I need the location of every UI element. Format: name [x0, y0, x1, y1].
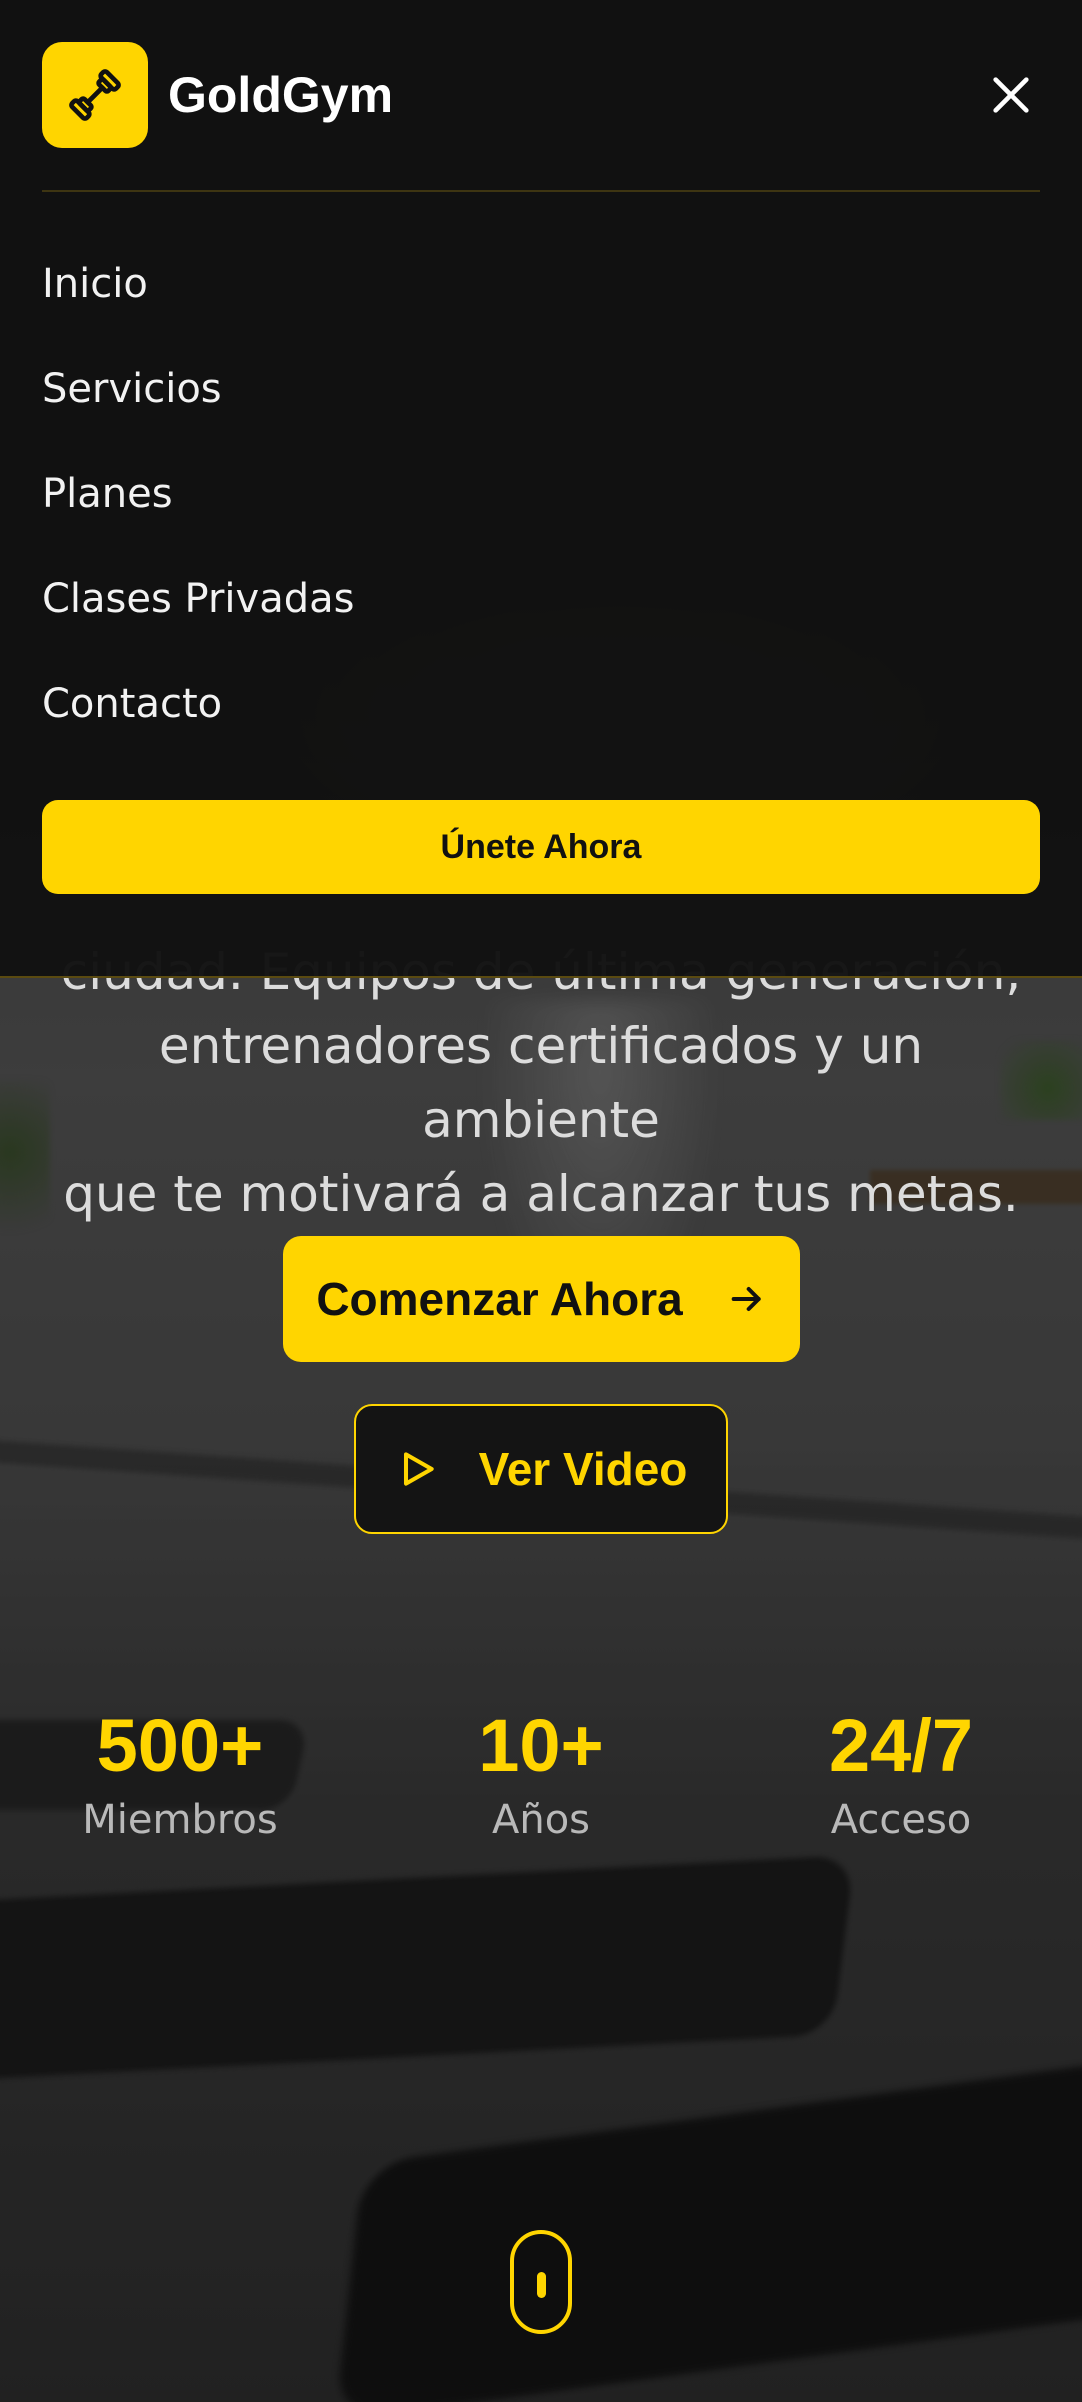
stat-access: 24/7 Acceso: [741, 1700, 1061, 1848]
hero-description-line: entrenadores certificados y un ambiente: [158, 1017, 924, 1149]
stat-value: 10+: [478, 1704, 604, 1787]
stat-label: Acceso: [830, 1797, 972, 1843]
arrow-right-icon: [731, 1287, 761, 1311]
menu-header: GoldGym: [42, 42, 1040, 148]
stat-years: 10+ Años: [381, 1700, 701, 1848]
menu-item-planes[interactable]: Planes: [42, 466, 173, 522]
menu-divider: [42, 190, 1040, 192]
start-now-label: Comenzar Ahora: [316, 1273, 683, 1325]
dumbbell-icon: [69, 69, 121, 121]
close-icon: [993, 77, 1029, 113]
hero-description: ciudad. Equipos de última generación, en…: [40, 935, 1042, 1231]
stat-label: Miembros: [82, 1797, 278, 1843]
menu-item-inicio[interactable]: Inicio: [42, 256, 148, 312]
hero-description-line: que te motivará a alcanzar tus metas.: [63, 1165, 1019, 1223]
brand-name[interactable]: GoldGym: [168, 60, 393, 130]
menu-item-servicios[interactable]: Servicios: [42, 361, 222, 417]
watch-video-label: Ver Video: [478, 1443, 688, 1495]
stat-value: 24/7: [828, 1704, 974, 1787]
mobile-menu: GoldGym Inicio Servicios Planes Clases P…: [0, 0, 1082, 978]
start-now-button[interactable]: Comenzar Ahora: [283, 1236, 800, 1362]
join-now-button[interactable]: Únete Ahora: [42, 800, 1040, 894]
close-menu-button[interactable]: [982, 66, 1040, 124]
watch-video-button[interactable]: Ver Video: [354, 1404, 728, 1534]
stat-label: Años: [491, 1797, 591, 1843]
mouse-scroll-icon[interactable]: [510, 2230, 572, 2334]
menu-item-clases-privadas[interactable]: Clases Privadas: [42, 571, 354, 627]
play-icon: [403, 1452, 434, 1486]
stat-value: 500+: [96, 1704, 264, 1787]
stats-row: 500+ Miembros 10+ Años 24/7 Acceso: [0, 1700, 1082, 1860]
logo[interactable]: [42, 42, 148, 148]
stat-members: 500+ Miembros: [20, 1700, 340, 1848]
scroll-wheel-dot: [536, 2272, 546, 2298]
menu-item-contacto[interactable]: Contacto: [42, 676, 222, 732]
